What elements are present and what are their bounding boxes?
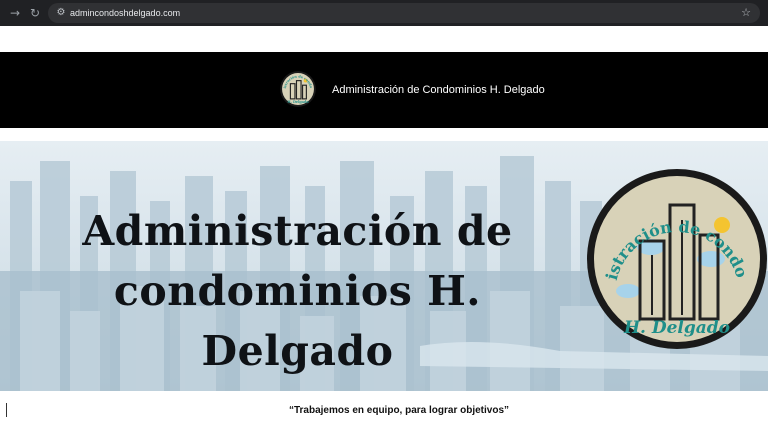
url-text[interactable]: admincondoshdelgado.com bbox=[70, 3, 180, 23]
motto-text: “Trabajemos en equipo, para lograr objet… bbox=[288, 405, 510, 416]
arrow-right-icon[interactable]: → bbox=[6, 4, 24, 22]
logo-name-text: H. Delgado bbox=[287, 100, 309, 104]
tune-icon[interactable]: ⚙ bbox=[54, 6, 68, 20]
hero-title-line1: Administración de bbox=[82, 207, 513, 255]
company-badge-logo: Administración de condominios H. Delgado bbox=[586, 165, 767, 349]
badge-name-text: H. Delgado bbox=[623, 318, 730, 338]
hero-banner: Administración de condominios H. Delgado… bbox=[0, 141, 768, 391]
hero-title-line2: condominios H. Delgado bbox=[113, 267, 482, 375]
site-logo[interactable]: Administración de condominios H. Delgado bbox=[279, 70, 317, 108]
site-header: Administración de condominios H. Delgado… bbox=[0, 52, 768, 128]
reload-icon[interactable]: ↻ bbox=[26, 4, 44, 22]
hero-title: Administración de condominios H. Delgado bbox=[20, 201, 575, 381]
browser-toolbar: → ↻ ⚙ admincondoshdelgado.com ☆ bbox=[0, 0, 768, 26]
star-icon[interactable]: ☆ bbox=[738, 5, 754, 21]
address-bar[interactable]: ⚙ admincondoshdelgado.com ☆ bbox=[48, 3, 760, 23]
site-title[interactable]: Administración de Condominios H. Delgado bbox=[332, 82, 545, 98]
